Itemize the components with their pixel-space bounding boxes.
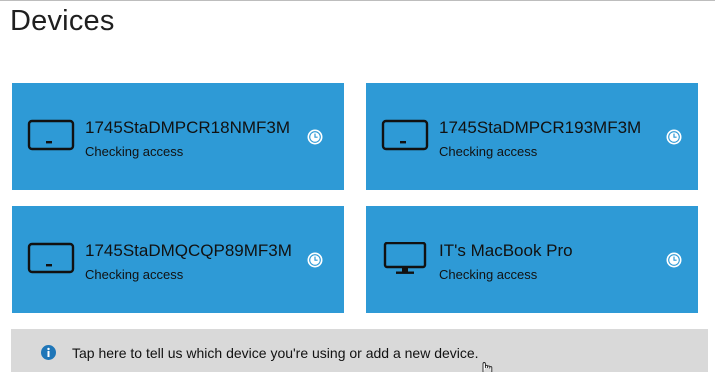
device-status: Checking access (85, 144, 184, 159)
laptop-icon (381, 119, 429, 151)
hand-cursor-icon (482, 362, 493, 372)
clock-icon (666, 129, 682, 145)
device-status: Checking access (85, 267, 184, 282)
device-tile[interactable]: 1745StaDMPCR18NMF3M Checking access (12, 83, 344, 190)
device-tile[interactable]: IT's MacBook Pro Checking access (366, 206, 698, 313)
laptop-icon (27, 242, 75, 274)
desktop-icon (383, 242, 427, 274)
device-name: 1745StaDMQCQP89MF3M (85, 241, 292, 260)
laptop-icon (27, 119, 75, 151)
device-name: 1745StaDMPCR193MF3M (439, 118, 642, 137)
page-title: Devices (10, 5, 115, 37)
device-status: Checking access (439, 267, 538, 282)
device-name: IT's MacBook Pro (439, 241, 573, 260)
add-device-banner[interactable]: Tap here to tell us which device you're … (11, 329, 708, 372)
info-icon (41, 345, 56, 360)
clock-icon (307, 129, 323, 145)
clock-icon (666, 252, 682, 268)
clock-icon (307, 252, 323, 268)
banner-text: Tap here to tell us which device you're … (72, 345, 479, 361)
device-name: 1745StaDMPCR18NMF3M (85, 118, 291, 137)
device-tile[interactable]: 1745StaDMPCR193MF3M Checking access (366, 83, 698, 190)
device-status: Checking access (439, 144, 538, 159)
devices-page: Devices 1745StaDMPCR18NMF3M Checking acc… (0, 0, 715, 372)
device-tile[interactable]: 1745StaDMQCQP89MF3M Checking access (12, 206, 344, 313)
